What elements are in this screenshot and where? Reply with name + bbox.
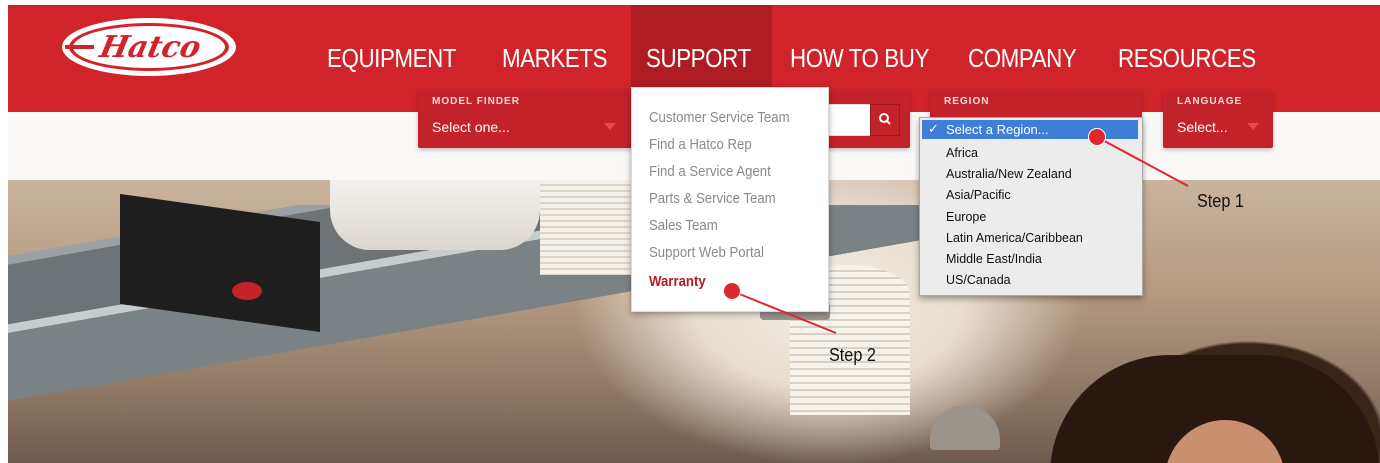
step1-marker bbox=[1088, 128, 1106, 146]
step1-label: Step 1 bbox=[1197, 191, 1244, 211]
step2-label: Step 2 bbox=[829, 345, 876, 365]
step2-marker bbox=[723, 282, 741, 300]
page: Hatco EQUIPMENT MARKETS SUPPORT HOW TO B… bbox=[0, 0, 1380, 463]
annotation-lines bbox=[731, 136, 1189, 334]
